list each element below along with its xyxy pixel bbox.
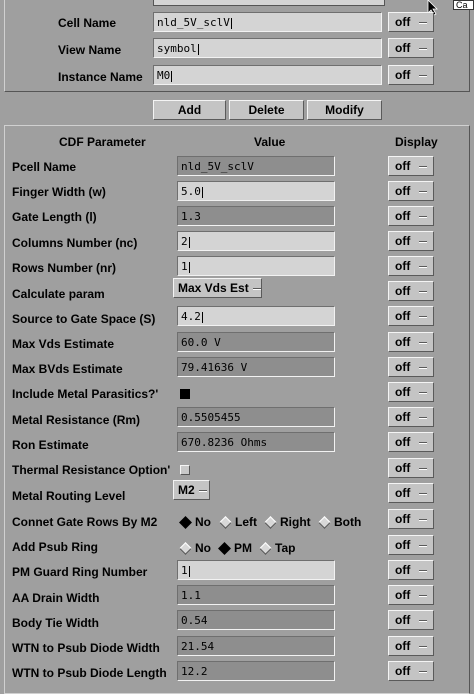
param-label: Max BVds Estimate (12, 362, 123, 376)
window-corner-tab[interactable]: Ca (453, 0, 474, 10)
radio-unselected-icon (179, 542, 192, 556)
display-toggle[interactable]: off (388, 585, 434, 605)
calculate-param-menu[interactable]: Max Vds Est (173, 278, 262, 298)
display-toggle[interactable]: off (388, 509, 434, 529)
radio-selected-icon (179, 516, 192, 530)
body-tie-width-field: 0.54 (177, 610, 335, 630)
view-name-display-toggle[interactable]: off (388, 38, 434, 58)
psub-ring-radio-tap[interactable]: Tap (259, 541, 295, 556)
instance-name-field[interactable]: M0 (153, 65, 382, 85)
param-label: Pcell Name (12, 160, 77, 174)
param-label: Thermal Resistance Option' (12, 463, 171, 477)
display-toggle[interactable]: off (388, 357, 434, 377)
cdf-parameter-header: CDF Parameter (59, 135, 146, 149)
display-toggle[interactable]: off (388, 156, 434, 176)
param-label: Ron Estimate (12, 438, 89, 452)
display-toggle[interactable]: off (388, 636, 434, 656)
view-name-field[interactable]: symbol (153, 38, 382, 58)
display-toggle[interactable]: off (388, 610, 434, 630)
pm-guard-ring-number-field[interactable]: 1 (177, 560, 335, 580)
display-toggle[interactable]: off (388, 306, 434, 326)
display-toggle[interactable]: off (388, 407, 434, 427)
radio-selected-icon (218, 542, 231, 556)
display-toggle[interactable]: off (388, 661, 434, 681)
display-toggle[interactable]: off (388, 535, 434, 555)
param-label: Metal Resistance (Rm) (12, 413, 141, 427)
source-gate-space-field[interactable]: 4.2 (177, 306, 335, 326)
corner-label: Ca (456, 0, 468, 10)
radio-unselected-icon (219, 516, 232, 530)
gate-length-field: 1.3 (177, 206, 335, 226)
wtn-psub-diode-length-field: 12.2 (177, 661, 335, 681)
gate-rows-radio-left[interactable]: Left (219, 515, 257, 530)
display-toggle[interactable]: off (388, 256, 434, 276)
display-toggle[interactable]: off (388, 382, 434, 402)
param-label: WTN to Psub Diode Width (12, 641, 160, 655)
display-header: Display (395, 135, 438, 149)
param-label: Body Tie Width (12, 616, 99, 630)
modify-button[interactable]: Modify (307, 100, 382, 120)
cell-name-display-toggle[interactable]: off (388, 12, 434, 32)
max-bvds-field: 79.41636 V (177, 357, 335, 377)
aa-drain-width-field: 1.1 (177, 585, 335, 605)
metal-resistance-field: 0.5505455 (177, 407, 335, 427)
metal-routing-level-menu[interactable]: M2 (173, 480, 210, 500)
view-name-label: View Name (58, 43, 122, 57)
param-label: Metal Routing Level (12, 489, 126, 503)
radio-unselected-icon (259, 542, 272, 556)
finger-width-field[interactable]: 5.0 (177, 181, 335, 201)
radio-unselected-icon (318, 516, 331, 530)
gate-rows-radio-right[interactable]: Right (264, 515, 311, 530)
gate-rows-radio-no[interactable]: No (179, 515, 211, 530)
display-toggle[interactable]: off (388, 206, 434, 226)
param-label: PM Guard Ring Number (12, 565, 148, 579)
param-label: Connet Gate Rows By M2 (12, 515, 158, 529)
psub-ring-radio-no[interactable]: No (179, 541, 211, 556)
display-toggle[interactable]: off (388, 332, 434, 352)
param-label: AA Drain Width (12, 591, 100, 605)
radio-unselected-icon (264, 516, 277, 530)
psub-ring-radio-pm[interactable]: PM (218, 541, 252, 556)
param-label: Add Psub Ring (12, 540, 98, 554)
param-label: Finger Width (w) (12, 185, 106, 199)
rows-number-field[interactable]: 1 (177, 256, 335, 276)
cell-name-label: Cell Name (58, 16, 117, 30)
delete-button[interactable]: Delete (229, 100, 304, 120)
pcell-name-field: nld_5V_sclV (177, 156, 335, 176)
include-metal-parasitics-checkbox[interactable] (180, 389, 190, 399)
value-header: Value (254, 135, 286, 149)
param-label: Rows Number (nr) (12, 261, 117, 275)
param-label: Source to Gate Space (S) (12, 312, 156, 326)
wtn-psub-diode-width-field: 21.54 (177, 636, 335, 656)
display-toggle[interactable]: off (388, 281, 434, 301)
param-label: Gate Length (l) (12, 210, 97, 224)
instance-name-label: Instance Name (58, 70, 143, 84)
display-toggle[interactable]: off (388, 181, 434, 201)
display-toggle[interactable]: off (388, 231, 434, 251)
cell-name-field[interactable]: nld_5V_sclV (153, 12, 382, 32)
max-vds-field: 60.0 V (177, 332, 335, 352)
display-toggle[interactable]: off (388, 458, 434, 478)
display-toggle[interactable]: off (388, 483, 434, 503)
param-label: Columns Number (nc) (12, 236, 138, 250)
param-label: WTN to Psub Diode Length (12, 666, 167, 680)
gate-rows-radio-both[interactable]: Both (318, 515, 361, 530)
columns-number-field[interactable]: 2 (177, 231, 335, 251)
display-toggle[interactable]: off (388, 432, 434, 452)
instance-name-display-toggle[interactable]: off (388, 65, 434, 85)
ron-estimate-field: 670.8236 Ohms (177, 432, 335, 452)
param-label: Max Vds Estimate (12, 337, 115, 351)
add-button[interactable]: Add (153, 100, 226, 120)
hidden-field-top[interactable] (153, 0, 385, 6)
display-toggle[interactable]: off (388, 560, 434, 580)
param-label: Calculate param (12, 287, 105, 301)
thermal-resistance-checkbox[interactable] (180, 465, 190, 475)
param-label: Include Metal Parasitics?' (12, 387, 159, 401)
